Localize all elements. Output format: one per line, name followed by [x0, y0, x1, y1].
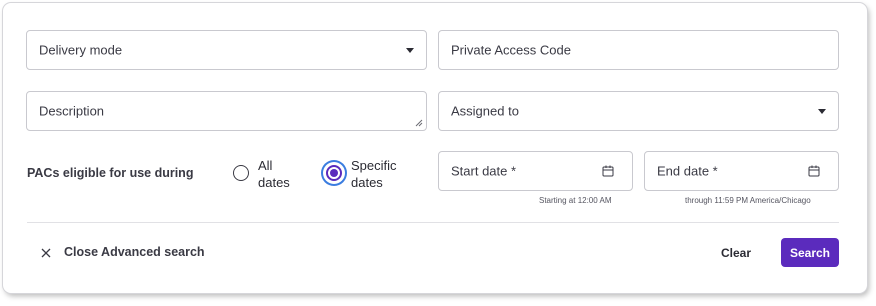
advanced-search-panel: Delivery mode Private Access Code Descri…	[3, 3, 867, 293]
start-date-input[interactable]: Start date *	[438, 151, 633, 191]
radio-specific-dates-line2: dates	[351, 175, 383, 190]
close-advanced-search-button[interactable]: Close Advanced search	[38, 243, 208, 263]
radio-specific-dates-line1: Specific	[351, 158, 397, 173]
delivery-mode-select[interactable]: Delivery mode	[26, 30, 427, 70]
resize-handle-icon[interactable]	[415, 119, 423, 127]
delivery-mode-label: Delivery mode	[39, 42, 123, 58]
radio-all-dates-circle[interactable]	[233, 165, 249, 181]
radio-all-dates[interactable]: All dates	[231, 158, 301, 192]
footer-divider	[27, 222, 839, 223]
calendar-icon[interactable]	[808, 165, 820, 177]
calendar-icon[interactable]	[602, 165, 614, 177]
clear-button[interactable]: Clear	[708, 238, 764, 267]
assigned-to-select[interactable]: Assigned to	[438, 91, 839, 131]
private-access-code-placeholder: Private Access Code	[451, 42, 571, 58]
chevron-down-icon	[818, 109, 826, 114]
radio-specific-dates-circle[interactable]	[326, 165, 342, 181]
end-date-hint: through 11:59 PM America/Chicago	[685, 196, 811, 205]
close-icon	[41, 248, 51, 258]
start-date-hint: Starting at 12:00 AM	[539, 196, 612, 205]
description-textarea[interactable]: Description	[26, 91, 427, 131]
eligibility-label: PACs eligible for use during	[27, 166, 194, 180]
private-access-code-input[interactable]: Private Access Code	[438, 30, 839, 70]
start-date-label: Start date *	[451, 163, 517, 179]
description-placeholder: Description	[39, 103, 105, 119]
radio-all-dates-line2: dates	[258, 175, 290, 190]
assigned-to-label: Assigned to	[451, 103, 519, 119]
chevron-down-icon	[406, 48, 414, 53]
radio-selected-dot	[330, 169, 338, 177]
search-button[interactable]: Search	[781, 238, 839, 267]
end-date-input[interactable]: End date *	[644, 151, 839, 191]
radio-specific-dates[interactable]: Specific dates	[324, 158, 409, 192]
close-advanced-search-label: Close Advanced search	[64, 245, 205, 259]
end-date-label: End date *	[657, 163, 718, 179]
radio-all-dates-line1: All	[258, 158, 273, 173]
